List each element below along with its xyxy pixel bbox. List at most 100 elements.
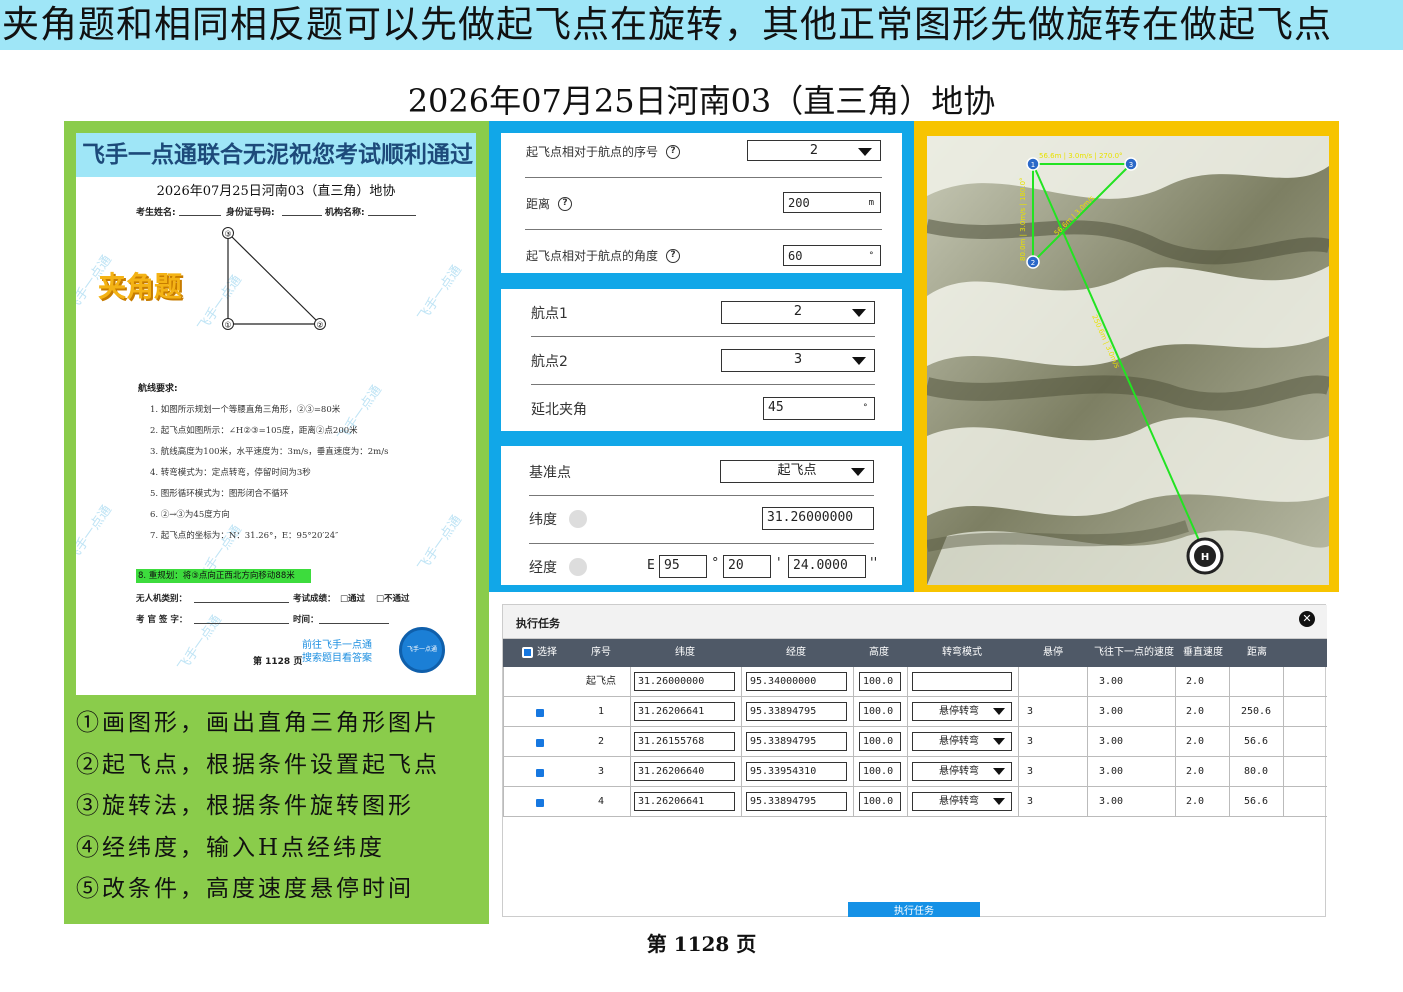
angle-row: 起飞点相对于航点的角度 ?	[526, 247, 681, 264]
cell-turn-select[interactable]: 悬停转弯	[912, 732, 1012, 751]
cell-seq: 4	[597, 796, 605, 807]
coordinate-settings: 基准点 起飞点 纬度 31.26000000 经度 E 95 ° 20 ' 24…	[501, 446, 902, 585]
distance-row: 距离 ?	[526, 195, 573, 212]
base-label: 基准点	[529, 465, 571, 481]
cell-divider	[1175, 727, 1176, 757]
cell-seq: 1	[597, 706, 605, 717]
home-label: H	[1201, 552, 1209, 563]
top-banner: 夹角题和相同相反题可以先做起飞点在旋转，其他正常图形先做旋转在做起飞点	[0, 0, 1403, 50]
execute-task-button[interactable]: 执行任务	[848, 902, 980, 917]
swap-icon[interactable]	[569, 510, 587, 528]
cell-lat-input[interactable]: 31.26155768	[634, 732, 735, 751]
wp2-select[interactable]: 3	[721, 349, 875, 372]
cell-divider	[1018, 727, 1019, 757]
requirement-item: 7. 起飞点的坐标为：N：31.26°，E：95°20′24″	[150, 531, 339, 541]
base-select[interactable]: 起飞点	[720, 460, 874, 483]
wp1-value: 2	[793, 304, 803, 319]
row-checkbox[interactable]	[536, 799, 544, 807]
wp2-value: 3	[793, 352, 803, 367]
lon-degree-input[interactable]: 95	[659, 555, 707, 578]
close-icon[interactable]: ✕	[1299, 611, 1315, 627]
rotation-settings: 航点1 2 航点2 3 延北夹角 45 °	[501, 289, 902, 431]
name-underline	[179, 215, 221, 216]
header-dist: 距离	[1247, 647, 1267, 658]
header-select: 选择	[537, 647, 557, 658]
swap-icon[interactable]	[569, 558, 587, 576]
lat-input[interactable]: 31.26000000	[762, 507, 874, 530]
cell-alt-input[interactable]: 100.0	[859, 702, 901, 721]
cell-lat-input[interactable]: 31.26206641	[634, 792, 735, 811]
cell-seq: 起飞点	[586, 676, 616, 687]
north-angle-input[interactable]: 45 °	[763, 397, 875, 420]
cell-alt-input[interactable]: 100.0	[859, 732, 901, 751]
seq-select[interactable]: 2	[747, 140, 881, 161]
takeoff-settings: 起飞点相对于航点的序号 ? 2 距离 ? 200 m 起飞点相对于航点的角度 ?…	[501, 133, 902, 273]
cell-divider	[907, 697, 908, 727]
steps-list: ①画图形，画出直角三角形图片 ②起飞点，根据条件设置起飞点 ③旋转法，根据条件旋…	[76, 703, 486, 911]
cell-lon-input[interactable]: 95.33894795	[746, 702, 847, 721]
triangle-diagram: ③ ① ②	[222, 227, 326, 330]
help-icon[interactable]: ?	[666, 144, 681, 159]
cell-turn-select[interactable]: 悬停转弯	[912, 792, 1012, 811]
cell-divider	[630, 667, 631, 697]
header-alt: 高度	[869, 647, 889, 658]
cell-lon-input[interactable]: 95.34000000	[746, 672, 847, 691]
lon-second-input[interactable]: 24.0000	[788, 555, 866, 578]
examiner-label: 考 官 签 字：	[136, 615, 188, 625]
cell-lat-input[interactable]: 31.26000000	[634, 672, 735, 691]
cell-alt-input[interactable]: 100.0	[859, 672, 901, 691]
cell-speed: 3.00	[1098, 766, 1124, 777]
page-number: 第 1128 页	[646, 932, 757, 956]
cell-lon-input[interactable]: 95.33894795	[746, 732, 847, 751]
distance-unit: m	[868, 198, 874, 208]
cell-divider	[741, 787, 742, 817]
pass-checkbox: □通过	[340, 594, 366, 604]
lon-minute-input[interactable]: 20	[723, 555, 771, 578]
chevron-down-icon	[993, 798, 1005, 805]
divider	[525, 229, 882, 230]
time-label: 时间：	[293, 615, 319, 625]
cell-divider	[907, 667, 908, 697]
row-checkbox[interactable]	[536, 769, 544, 777]
chevron-down-icon	[852, 309, 866, 317]
exam-paper: 飞手一点通联合无泥祝您考试顺利通过 2026年07月25日河南03（直三角）地协…	[76, 133, 476, 695]
cell-divider	[503, 697, 504, 727]
row-checkbox[interactable]	[536, 709, 544, 717]
satellite-map[interactable]: 56.6m | 3.0m/s | 270.0° 80.0m | 3.0m/s |…	[927, 136, 1329, 585]
cell-divider	[907, 787, 908, 817]
wp1-select[interactable]: 2	[721, 301, 875, 324]
cell-lon-input[interactable]: 95.33954310	[746, 762, 847, 781]
north-angle-row: 延北夹角	[531, 400, 587, 418]
distance-input[interactable]: 200 m	[783, 192, 881, 213]
select-all-checkbox[interactable]	[522, 647, 533, 658]
north-angle-label: 延北夹角	[531, 402, 587, 418]
cell-vspeed: 2.0	[1185, 796, 1205, 807]
north-angle-value: 45	[768, 400, 784, 415]
cell-turn-select[interactable]: 悬停转弯	[912, 762, 1012, 781]
angle-input[interactable]: 60 °	[783, 245, 881, 266]
cell-speed: 3.00	[1098, 796, 1124, 807]
cell-alt-input[interactable]: 100.0	[859, 792, 901, 811]
examiner-underline	[194, 623, 289, 624]
requirement-replan: 8. 重规划：将③点向正西北方向移动88米	[136, 569, 311, 583]
requirement-item: 5. 图形循环模式为：图形闭合不循环	[150, 489, 289, 499]
cell-lat-input[interactable]: 31.26206640	[634, 762, 735, 781]
chevron-down-icon	[858, 148, 872, 156]
header-speed: 飞往下一点的速度	[1094, 647, 1174, 658]
row-checkbox[interactable]	[536, 739, 544, 747]
cell-turn-select[interactable]: 悬停转弯	[912, 702, 1012, 721]
watermark: 飞手一点通	[76, 502, 115, 565]
lat-label: 纬度	[529, 512, 557, 528]
seq-label: 起飞点相对于航点的序号	[526, 145, 659, 159]
help-icon[interactable]: ?	[558, 196, 573, 211]
help-icon[interactable]: ?	[666, 248, 681, 263]
turn-value: 悬停转弯	[939, 796, 979, 807]
cell-lat-input[interactable]: 31.26206641	[634, 702, 735, 721]
base-value: 起飞点	[777, 463, 817, 478]
chevron-down-icon	[852, 357, 866, 365]
cell-divider	[1283, 697, 1284, 727]
cell-alt-input[interactable]: 100.0	[859, 762, 901, 781]
cell-turn-select[interactable]	[912, 672, 1012, 691]
requirement-item: 2. 起飞点如图所示：∠H②③=105度，距离②点200米	[150, 426, 358, 436]
cell-lon-input[interactable]: 95.33894795	[746, 792, 847, 811]
